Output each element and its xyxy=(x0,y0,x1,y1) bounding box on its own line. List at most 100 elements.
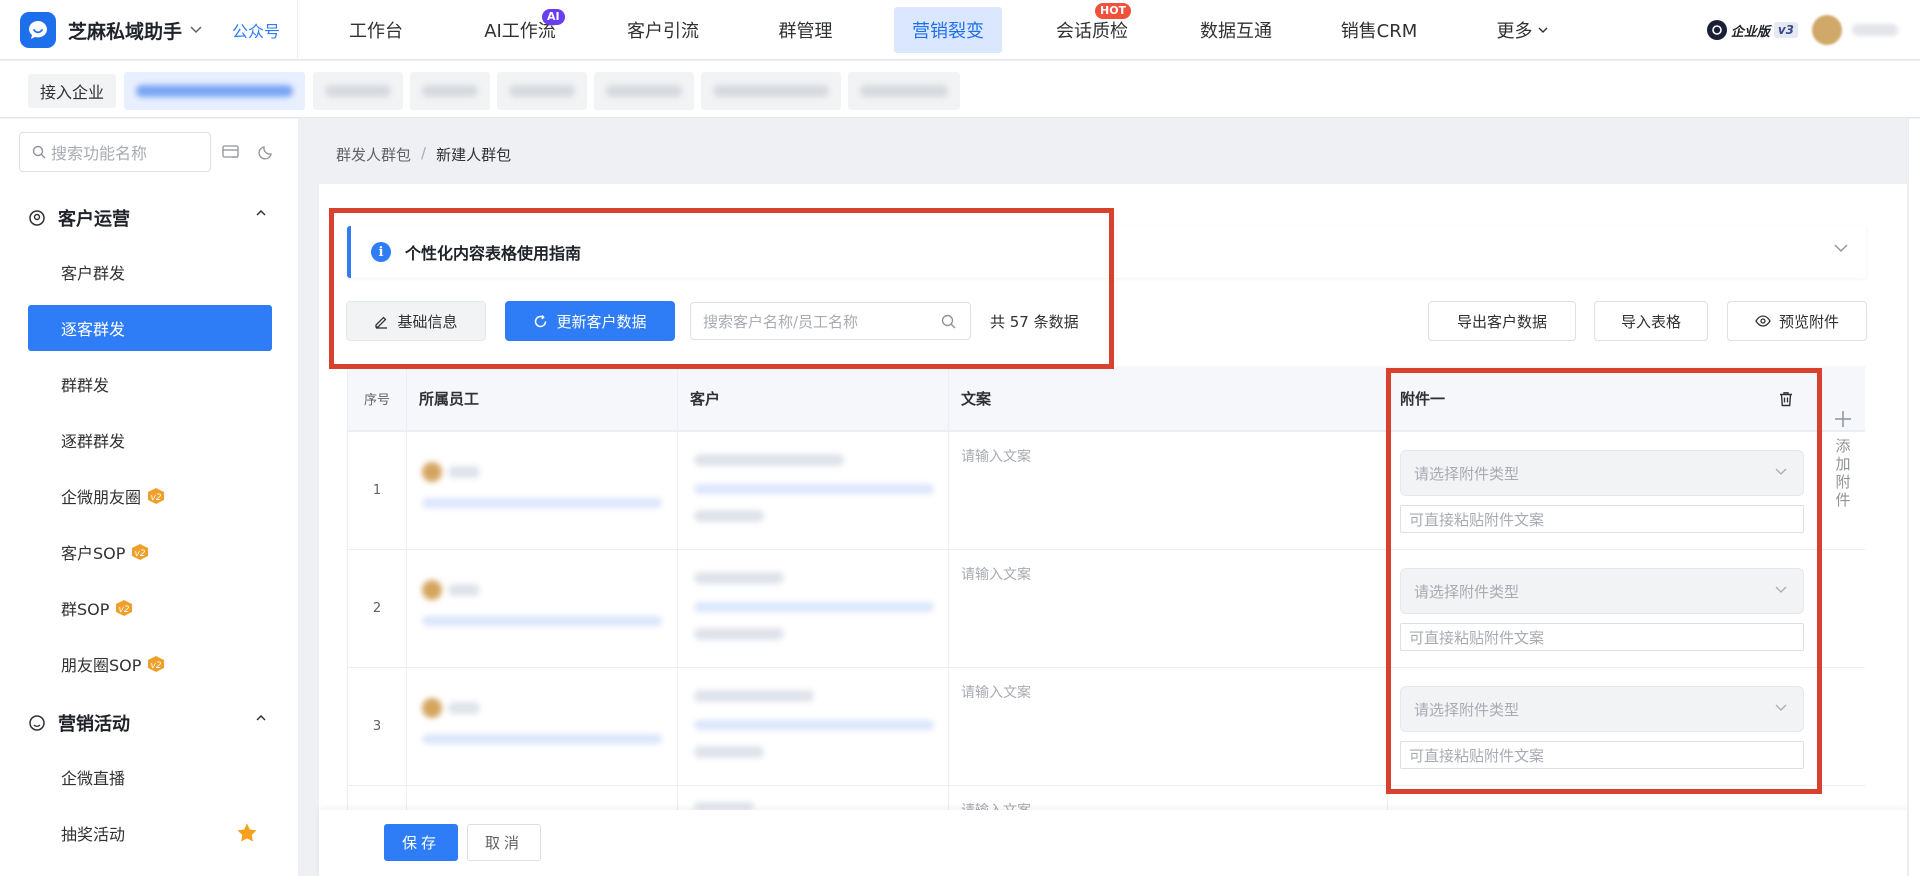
sidebar-item-wecom-moments[interactable]: 企微朋友圈 v2 xyxy=(28,473,272,519)
section-customer-operations[interactable]: 客户运营 xyxy=(28,205,278,231)
customer-tag-blurred xyxy=(694,746,764,758)
user-name-blurred[interactable] xyxy=(1852,24,1898,36)
enterprise-tab[interactable] xyxy=(497,72,587,110)
search-placeholder: 搜索客户名称/员工名称 xyxy=(703,312,859,331)
search-placeholder: 搜索功能名称 xyxy=(51,144,148,163)
chevron-up-icon xyxy=(256,714,266,721)
customer-search-input[interactable]: 搜索客户名称/员工名称 xyxy=(690,302,971,340)
user-avatar[interactable] xyxy=(1812,15,1842,45)
breadcrumb-current: 新建人群包 xyxy=(436,146,512,164)
nav-label: 群管理 xyxy=(778,21,833,42)
dark-mode-moon-icon[interactable] xyxy=(258,144,274,160)
data-count: 共 57 条数据 xyxy=(990,313,1079,331)
sidebar-item-group-mass-send[interactable]: 群群发 xyxy=(28,361,272,407)
staff-detail-blurred xyxy=(422,498,662,508)
select-placeholder: 请选择附件类型 xyxy=(1414,464,1520,483)
refresh-icon xyxy=(535,314,547,327)
connect-enterprise-button[interactable]: 接入企业 xyxy=(28,74,117,108)
function-search-input[interactable]: 搜索功能名称 xyxy=(19,132,211,172)
sidebar-item-label: 逐客群发 xyxy=(61,320,126,339)
export-customer-data-button[interactable]: 导出客户数据 xyxy=(1428,301,1576,341)
enterprise-tab[interactable] xyxy=(410,72,490,110)
staff-name-blurred xyxy=(448,702,480,714)
wecom-icon xyxy=(1706,20,1727,40)
nav-workbench[interactable]: 工作台 xyxy=(300,0,452,60)
attachment-paste-input[interactable]: 可直接粘贴附件文案 xyxy=(1400,741,1804,769)
customer-tag-blurred xyxy=(694,510,764,522)
section-marketing-activities[interactable]: 营销活动 xyxy=(28,710,278,736)
svg-text:v2: v2 xyxy=(119,605,130,615)
sidebar-item-label: 企微直播 xyxy=(61,769,126,788)
chevron-down-icon xyxy=(1538,27,1548,34)
nav-group-management[interactable]: 群管理 xyxy=(738,0,873,60)
nav-data-sync[interactable]: 数据互通 xyxy=(1161,0,1311,60)
sidebar-item-customer-sop[interactable]: 客户SOP v2 xyxy=(28,529,272,575)
usage-guide-collapse[interactable]: i 个性化内容表格使用指南 xyxy=(347,226,1866,278)
import-table-button[interactable]: 导入表格 xyxy=(1594,301,1708,341)
save-button[interactable]: 保存 xyxy=(384,824,458,861)
svg-text:v2: v2 xyxy=(151,661,162,671)
update-customer-data-button[interactable]: 更新客户数据 xyxy=(505,301,675,341)
sidebar-item-label: 群SOP xyxy=(61,600,110,619)
chevron-down-icon xyxy=(1775,704,1787,712)
v2-badge-icon: v2 xyxy=(113,599,135,617)
enterprise-tab[interactable] xyxy=(701,72,841,110)
ai-badge: AI xyxy=(542,9,565,25)
info-icon: i xyxy=(371,242,391,262)
enterprise-tab[interactable] xyxy=(848,72,960,110)
attachment-type-select[interactable]: 请选择附件类型 xyxy=(1400,450,1804,496)
sidebar-item-wecom-live[interactable]: 企微直播 xyxy=(28,754,272,800)
breadcrumb-parent-link[interactable]: 群发人群包 xyxy=(336,144,411,165)
v2-badge-icon: v2 xyxy=(129,543,151,561)
official-account-link[interactable]: 公众号 xyxy=(232,18,280,42)
chevron-up-icon xyxy=(256,209,266,216)
sidebar-item-per-customer-send[interactable]: 逐客群发 xyxy=(28,305,272,351)
add-attachment-button[interactable]: 添加附件 xyxy=(1820,410,1866,510)
nav-marketing-fission[interactable]: 营销裂变 xyxy=(873,0,1023,60)
sidebar-item-customer-mass-send[interactable]: 客户群发 xyxy=(28,249,272,295)
attachment-paste-input[interactable]: 可直接粘贴附件文案 xyxy=(1400,505,1804,533)
copy-textarea[interactable]: 请输入文案 xyxy=(961,564,1031,584)
select-placeholder: 请选择附件类型 xyxy=(1414,700,1520,719)
nav-session-inspection[interactable]: 会话质检 HOT xyxy=(1023,0,1161,60)
section-title: 营销活动 xyxy=(58,714,130,735)
attachment-type-select[interactable]: 请选择附件类型 xyxy=(1400,568,1804,614)
copy-textarea[interactable]: 请输入文案 xyxy=(961,446,1031,466)
search-icon[interactable] xyxy=(941,314,956,329)
customer-detail-blurred xyxy=(694,720,934,730)
chevron-down-icon[interactable] xyxy=(190,26,202,34)
copy-textarea[interactable]: 请输入文案 xyxy=(961,800,1031,810)
nav-label: 销售CRM xyxy=(1340,21,1418,42)
nav-ai-workflow[interactable]: AI工作流 AI xyxy=(452,0,588,60)
enterprise-tab[interactable] xyxy=(594,72,694,110)
nav-label: 会话质检 xyxy=(1056,21,1128,42)
sidebar-item-moments-sop[interactable]: 朋友圈SOP v2 xyxy=(28,641,272,687)
sidebar-item-per-group-send[interactable]: 逐群群发 xyxy=(28,417,272,463)
nav-customer-acquisition[interactable]: 客户引流 xyxy=(588,0,738,60)
basic-info-button[interactable]: 基础信息 xyxy=(346,301,486,341)
preview-attachment-button[interactable]: 预览附件 xyxy=(1727,301,1867,341)
brand-area[interactable]: 芝麻私域助手 公众号 xyxy=(0,0,298,60)
attachment-type-select[interactable]: 请选择附件类型 xyxy=(1400,686,1804,732)
v2-badge-icon: v2 xyxy=(145,487,167,505)
nav-sales-crm[interactable]: 销售CRM xyxy=(1311,0,1447,60)
top-right-area: 企业版 v3 xyxy=(1706,0,1898,60)
svg-text:v2: v2 xyxy=(150,493,161,503)
enterprise-tab[interactable] xyxy=(124,72,305,110)
chevron-down-icon xyxy=(1775,586,1787,594)
page-scrollbar[interactable] xyxy=(1908,119,1920,876)
copy-textarea[interactable]: 请输入文案 xyxy=(961,682,1031,702)
attachment-paste-input[interactable]: 可直接粘贴附件文案 xyxy=(1400,623,1804,651)
sidebar-item-group-sop[interactable]: 群SOP v2 xyxy=(28,585,272,631)
sidebar-item-label: 客户SOP xyxy=(61,544,126,563)
cancel-button[interactable]: 取消 xyxy=(467,824,541,861)
trash-icon[interactable] xyxy=(1779,391,1793,407)
enterprise-tab[interactable] xyxy=(313,72,403,110)
column-header-staff: 所属员工 xyxy=(407,366,677,431)
sidebar-item-lottery[interactable]: 抽奖活动 xyxy=(28,810,272,856)
nav-more[interactable]: 更多 xyxy=(1447,0,1597,60)
customer-name-blurred xyxy=(694,802,754,810)
sidebar-item-label: 企微朋友圈 xyxy=(61,488,142,507)
card-switch-icon[interactable] xyxy=(222,144,240,160)
app-name: 芝麻私域助手 xyxy=(68,20,183,43)
